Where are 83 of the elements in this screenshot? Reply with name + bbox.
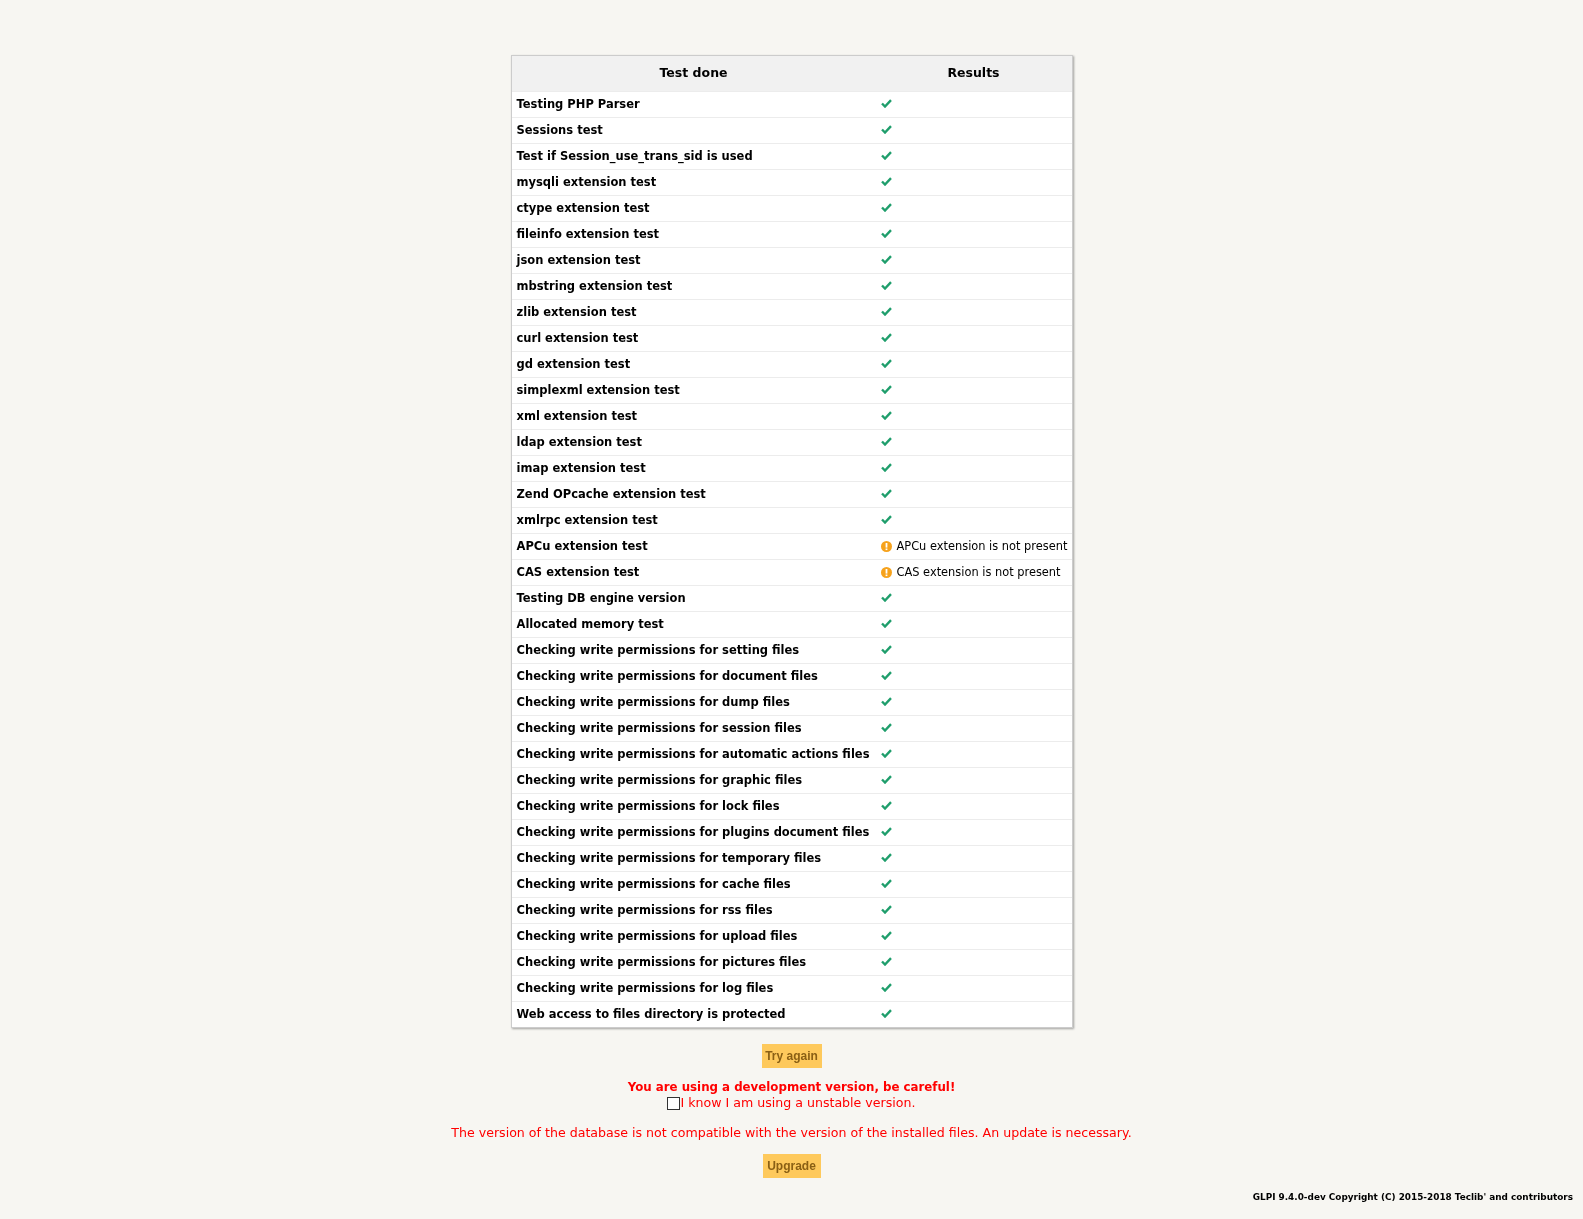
check-icon xyxy=(880,99,892,108)
test-name: ldap extension test xyxy=(516,433,642,451)
check-icon xyxy=(880,385,892,394)
check-icon xyxy=(880,723,892,732)
check-icon xyxy=(880,697,892,706)
column-header: Results xyxy=(947,64,1000,83)
check-icon xyxy=(880,281,892,290)
dev-warning: You are using a development version, be careful! xyxy=(627,1080,956,1095)
check-icon xyxy=(880,853,892,862)
test-name: Checking write permissions for automatic actions files xyxy=(516,745,870,763)
test-name: fileinfo extension test xyxy=(516,225,660,243)
check-icon xyxy=(880,125,892,134)
check-icon xyxy=(880,671,892,680)
check-icon xyxy=(880,437,892,446)
test-name: Checking write permissions for graphic files xyxy=(516,771,803,789)
test-name: xmlrpc extension test xyxy=(516,511,658,529)
check-icon xyxy=(880,619,892,628)
copyright-footer: GLPI 9.4.0-dev Copyright (C) 2015-2018 Teclib' and contributors xyxy=(1252,1190,1573,1205)
test-name: Zend OPcache extension test xyxy=(516,485,706,503)
test-name: Sessions test xyxy=(516,121,603,139)
check-icon xyxy=(880,593,892,602)
check-icon xyxy=(880,229,892,238)
test-name: ctype extension test xyxy=(516,199,650,217)
test-name: mysqli extension test xyxy=(516,173,657,191)
check-icon xyxy=(880,177,892,186)
check-icon xyxy=(880,645,892,654)
test-name: xml extension test xyxy=(516,407,638,425)
test-name: Checking write permissions for pictures files xyxy=(516,953,807,971)
check-icon xyxy=(880,203,892,212)
check-icon xyxy=(880,801,892,810)
unstable-checkbox[interactable] xyxy=(667,1096,681,1110)
unstable-checkbox-label[interactable]: I know I am using a unstable version. xyxy=(680,1095,916,1111)
test-name: Checking write permissions for upload files xyxy=(516,927,798,945)
try-again-button[interactable]: Try again xyxy=(761,1044,822,1068)
check-icon xyxy=(880,515,892,524)
test-name: imap extension test xyxy=(516,459,646,477)
test-name: Testing PHP Parser xyxy=(516,95,640,113)
check-icon xyxy=(880,489,892,498)
test-name: APCu extension test xyxy=(516,537,648,555)
test-name: mbstring extension test xyxy=(516,277,673,295)
test-name: Checking write permissions for lock files xyxy=(516,797,780,815)
check-icon xyxy=(880,411,892,420)
check-icon xyxy=(880,827,892,836)
test-name: Web access to files directory is protected xyxy=(516,1005,786,1023)
test-name: curl extension test xyxy=(516,329,639,347)
test-name: Testing DB engine version xyxy=(516,589,686,607)
test-name: Checking write permissions for document files xyxy=(516,667,818,685)
test-name: Test if Session_use_trans_sid is used xyxy=(516,147,753,166)
check-icon xyxy=(880,359,892,368)
check-icon xyxy=(880,775,892,784)
test-name: Checking write permissions for session files xyxy=(516,719,802,737)
result-message: APCu extension is not present xyxy=(896,537,1068,555)
test-name: Checking write permissions for log files xyxy=(516,979,774,997)
column-header: Test done xyxy=(659,64,728,83)
db-notice: The version of the database is not compatible with the version of the installed files. An update is necessary. xyxy=(451,1124,1132,1142)
test-name: Checking write permissions for plugins document files xyxy=(516,823,870,841)
check-icon xyxy=(880,905,892,914)
test-name: Checking write permissions for temporary files xyxy=(516,849,822,867)
check-icon xyxy=(880,983,892,992)
check-icon xyxy=(880,333,892,342)
check-icon xyxy=(880,879,892,888)
test-name: gd extension test xyxy=(516,355,631,373)
check-icon xyxy=(880,957,892,966)
test-name: simplexml extension test xyxy=(516,381,680,399)
check-icon xyxy=(880,307,892,316)
test-name: Checking write permissions for cache files xyxy=(516,875,791,893)
warning-icon xyxy=(880,541,892,552)
result-message: CAS extension is not present xyxy=(896,563,1061,581)
test-name: Allocated memory test xyxy=(516,615,664,633)
check-icon xyxy=(880,151,892,160)
check-icon xyxy=(880,749,892,758)
test-name: Checking write permissions for setting files xyxy=(516,641,800,659)
check-icon xyxy=(880,255,892,264)
check-icon xyxy=(880,463,892,472)
test-name: json extension test xyxy=(516,251,641,269)
warning-icon xyxy=(880,567,892,578)
upgrade-button[interactable]: Upgrade xyxy=(762,1153,821,1178)
test-name: Checking write permissions for rss files xyxy=(516,901,773,919)
check-icon xyxy=(880,931,892,940)
test-name: CAS extension test xyxy=(516,563,640,581)
check-icon xyxy=(880,1009,892,1018)
test-name: zlib extension test xyxy=(516,303,637,321)
test-name: Checking write permissions for dump files xyxy=(516,693,790,711)
